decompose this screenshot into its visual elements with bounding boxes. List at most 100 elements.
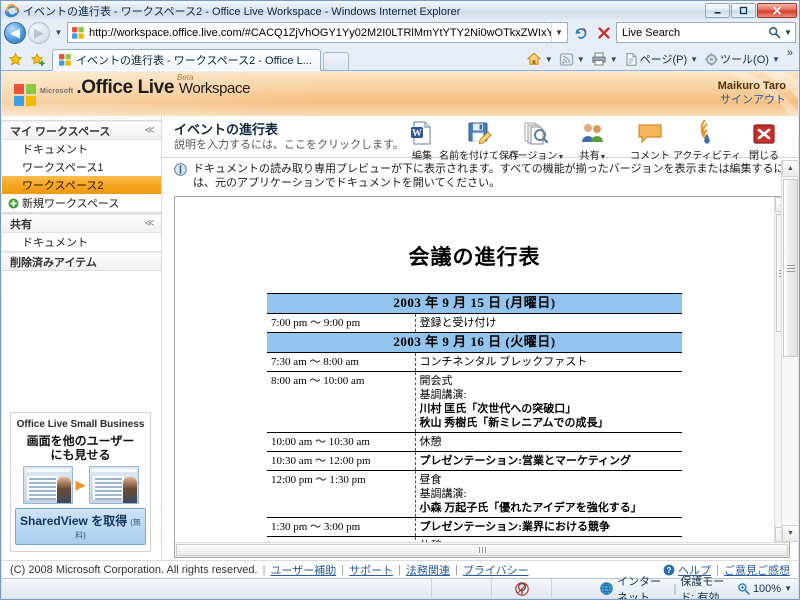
maximize-button[interactable]: [731, 3, 756, 18]
address-bar[interactable]: http://workspace.office.live.com/#CACQ1Z…: [67, 22, 568, 43]
tools-menu-button[interactable]: ツール(O) ▼: [702, 48, 784, 70]
footer-link-accessibility[interactable]: ユーザー補助: [270, 562, 336, 578]
status-progress-area: [432, 579, 492, 598]
back-arrow-icon: ◀: [10, 25, 20, 40]
security-zone[interactable]: インターネット | 保護モード: 有効: [552, 573, 737, 600]
forward-arrow-icon: ▶: [34, 25, 44, 40]
workspace-wordmark: Workspace: [178, 80, 251, 97]
zoom-control[interactable]: 100% ▼: [737, 582, 798, 595]
new-tab-button[interactable]: [322, 52, 349, 71]
toolbar-save-as-button[interactable]: 名前を付けて保存: [439, 118, 519, 163]
sidebar-group-header-shared[interactable]: 共有 ≪: [2, 214, 161, 233]
forward-button[interactable]: ▶: [28, 21, 50, 44]
feeds-caret-icon[interactable]: ▼: [575, 55, 587, 64]
advertisement-panel[interactable]: Office Live Small Business 画面を他のユーザー にも見…: [10, 412, 151, 552]
document-preview-viewport: 会議の進行表 2003 年 9 月 15 日 (月曜日) 7:00 pm 〜 9:…: [175, 197, 789, 542]
protected-mode-label: 保護モード: 有効: [680, 575, 725, 600]
chevron-up-icon[interactable]: ≪: [145, 125, 155, 136]
share-caret-icon[interactable]: ▼: [600, 154, 607, 161]
microsoft-wordmark: Microsoft: [40, 88, 74, 95]
version-caret-icon[interactable]: ▼: [557, 154, 564, 161]
favorites-center-icon[interactable]: [4, 47, 26, 71]
footer-separator-4: |: [454, 563, 458, 576]
status-privacy-area[interactable]: [492, 579, 552, 598]
microsoft-squares-icon: [14, 84, 36, 106]
tools-caret-icon[interactable]: ▼: [770, 55, 782, 64]
tools-menu-label: ツール(O): [720, 54, 769, 66]
footer-link-legal[interactable]: 法務関連: [406, 562, 450, 578]
footer-link-privacy[interactable]: プライバシー: [463, 562, 529, 578]
sidebar-item-workspace2[interactable]: ワークスペース2: [2, 176, 161, 194]
page-vertical-scrollbar[interactable]: ▲ ▼: [781, 160, 798, 542]
footer-link-support[interactable]: サポート: [349, 562, 393, 578]
toolbar-share-button[interactable]: 共有▼: [565, 118, 621, 163]
minimize-button[interactable]: [705, 3, 730, 18]
page-menu-label: ページ(P): [639, 54, 688, 66]
print-caret-icon[interactable]: ▼: [608, 55, 620, 64]
ad-title: Office Live Small Business: [16, 419, 145, 430]
toolbar-close-button[interactable]: 閉じる: [736, 118, 792, 163]
toolbar-comment-button[interactable]: コメント: [622, 118, 678, 163]
office-live-logo[interactable]: Microsoft .Office Live Workspace: [14, 78, 250, 106]
add-to-favorites-icon[interactable]: [26, 47, 48, 71]
info-message-bar: ドキュメントの読み取り専用プレビューが下に表示されます。すべての機能が揃ったバー…: [174, 160, 788, 192]
page-scroll-up-icon[interactable]: ▲: [782, 160, 798, 177]
ad-cta-button[interactable]: SharedView を取得 (無料): [15, 508, 146, 545]
back-button[interactable]: ◀: [4, 21, 26, 44]
ad-screenshot-right: [88, 466, 139, 504]
page-scroll-thumb[interactable]: [783, 179, 798, 357]
command-overflow-icon[interactable]: »: [784, 47, 796, 59]
footer-separator-3: |: [398, 563, 401, 576]
agenda-day-header: 2003 年 9 月 15 日 (月曜日): [267, 293, 682, 314]
footer-links: ユーザー補助 | サポート | 法務関連 | プライバシー: [270, 562, 528, 578]
toolbar-comment-label: コメント: [630, 151, 670, 162]
sidebar-group-header-my-workspace[interactable]: マイ ワークスペース ≪: [2, 121, 161, 140]
zoom-level: 100%: [752, 582, 782, 595]
search-icon[interactable]: [766, 26, 782, 39]
preview-hscroll-thumb[interactable]: [176, 544, 788, 556]
agenda-detail-line: 小森 万起子氏「優れたアイデアを強化する」: [419, 502, 642, 514]
recent-pages-dropdown[interactable]: ▼: [52, 23, 65, 43]
ad-arrow-icon: ▶: [75, 477, 86, 492]
search-input[interactable]: Live Search: [622, 27, 766, 39]
tab-title: イベントの進行表 - ワークスペース2 - Office L...: [76, 55, 312, 67]
sidebar-item-new-workspace[interactable]: 新規ワークスペース: [2, 194, 161, 212]
sidebar-item-deleted-items[interactable]: 削除済みアイテム: [2, 252, 161, 271]
feeds-button[interactable]: ▼: [557, 48, 589, 70]
agenda-detail-line: コンチネンタル ブレックファスト: [419, 356, 588, 368]
page-menu-button[interactable]: ページ(P) ▼: [622, 48, 702, 70]
search-provider-dropdown[interactable]: ▼: [782, 28, 794, 37]
home-button[interactable]: ▼: [524, 48, 557, 70]
agenda-detail-line: 川村 匡氏「次世代への突破口」: [419, 403, 577, 415]
toolbar-activity-button[interactable]: アクティビティ: [673, 118, 741, 163]
agenda-row: 7:30 am 〜 8:00 am コンチネンタル ブレックファスト: [267, 352, 682, 372]
ad-illustration: ▶: [15, 466, 146, 504]
page-caret-icon[interactable]: ▼: [688, 55, 700, 64]
agenda-time-cell: 1:30 pm 〜 3:00 pm: [267, 517, 416, 537]
refresh-button[interactable]: [570, 22, 591, 43]
page-scroll-down-icon[interactable]: ▼: [782, 525, 798, 542]
preview-horizontal-scrollbar[interactable]: [175, 542, 789, 557]
main-content: イベントの進行表 説明を入力するには、ここをクリックします。 W 編集 名前を付…: [162, 116, 798, 560]
sidebar-item-shared-documents[interactable]: ドキュメント: [2, 233, 161, 251]
close-button[interactable]: [757, 3, 797, 18]
print-button[interactable]: ▼: [589, 48, 622, 70]
home-caret-icon[interactable]: ▼: [543, 55, 555, 64]
close-document-icon: [752, 120, 776, 146]
search-box[interactable]: Live Search ▼: [616, 22, 796, 43]
shared-label: 共有: [10, 218, 32, 231]
sign-out-link[interactable]: サインアウト: [718, 93, 786, 107]
stop-button[interactable]: [593, 22, 614, 43]
address-dropdown-arrow[interactable]: ▼: [551, 23, 566, 42]
page-content: Microsoft .Office Live Workspace Beta Ma…: [2, 72, 798, 578]
browser-tab[interactable]: イベントの進行表 - ワークスペース2 - Office L...: [52, 49, 321, 71]
window-controls: [705, 3, 797, 18]
document-header: イベントの進行表 説明を入力するには、ここをクリックします。 W 編集 名前を付…: [162, 116, 798, 162]
page-body: マイ ワークスペース ≪ ドキュメント ワークスペース1 ワークスペース2 新規…: [2, 116, 798, 560]
info-message-text: ドキュメントの読み取り専用プレビューが下に表示されます。すべての機能が揃ったバー…: [193, 163, 785, 189]
zoom-caret-icon[interactable]: ▼: [784, 584, 792, 593]
chevron-up-icon-shared[interactable]: ≪: [145, 218, 155, 229]
sidebar-item-workspace1[interactable]: ワークスペース1: [2, 158, 161, 176]
toolbar-version-button[interactable]: バージョン▼: [508, 118, 564, 163]
sidebar-item-documents[interactable]: ドキュメント: [2, 140, 161, 158]
